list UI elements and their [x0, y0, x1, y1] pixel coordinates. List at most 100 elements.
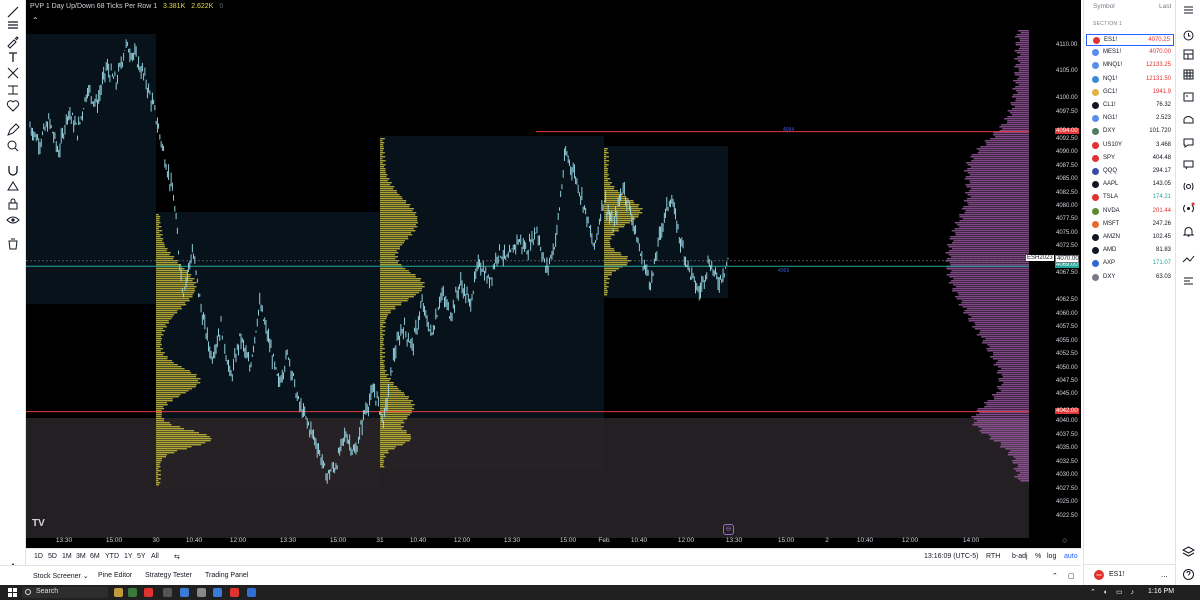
- watchlist-row[interactable]: QQQ 294.17: [1086, 166, 1174, 178]
- percent-toggle[interactable]: %: [1035, 553, 1041, 560]
- watchlist-row[interactable]: ES1! 4070.25: [1086, 34, 1174, 46]
- timezone-label[interactable]: 13:16:09 (UTC-5): [924, 553, 978, 560]
- collapse-panel-icon[interactable]: ⌃: [1052, 572, 1058, 580]
- text-icon[interactable]: [5, 49, 21, 65]
- lock-drawing-icon[interactable]: [5, 178, 21, 194]
- watchlist-row[interactable]: MES1! 4070.00: [1086, 47, 1174, 59]
- tab-strategy-tester[interactable]: Strategy Tester: [145, 572, 192, 579]
- data-window-icon[interactable]: [1182, 48, 1195, 61]
- help-icon[interactable]: [1182, 568, 1195, 581]
- composite-profile-bar: [979, 412, 1029, 414]
- pencil-icon[interactable]: [5, 122, 21, 138]
- zoom-icon[interactable]: [5, 138, 21, 154]
- watchlist-section-title[interactable]: SECTION 1: [1093, 21, 1122, 27]
- timeframe-1m[interactable]: 1M: [62, 553, 72, 560]
- date-range-icon[interactable]: ⇆: [174, 553, 180, 561]
- chart-pane[interactable]: PVP 1 Day Up/Down 68 Ticks Per Row 1 3.3…: [26, 0, 1081, 548]
- price-chart-canvas[interactable]: [26, 0, 1081, 548]
- heart-icon[interactable]: [5, 98, 21, 114]
- taskbar-app-2-icon[interactable]: [128, 588, 137, 597]
- watchlist-row[interactable]: AMZN 102.45: [1086, 232, 1174, 244]
- watchlist-row[interactable]: AXP 171.07: [1086, 258, 1174, 270]
- timeframe-1d[interactable]: 1D: [34, 553, 43, 560]
- col-last-header[interactable]: Last: [1159, 3, 1171, 10]
- watchlist-row[interactable]: NQ1! 12131.50: [1086, 74, 1174, 86]
- streams-icon[interactable]: [1182, 158, 1195, 171]
- eye-icon[interactable]: [5, 212, 21, 228]
- trash-icon[interactable]: [5, 236, 21, 252]
- tab-stock-screener[interactable]: Stock Screener ⌄: [33, 572, 89, 580]
- lock-icon[interactable]: [5, 196, 21, 212]
- watchlist-row[interactable]: MSFT 247.26: [1086, 219, 1174, 231]
- session-label[interactable]: RTH: [986, 553, 1000, 560]
- timeframe-5y[interactable]: 5Y: [137, 553, 146, 560]
- taskbar-app-8-icon[interactable]: [230, 588, 239, 597]
- col-symbol-header[interactable]: Symbol: [1093, 3, 1115, 10]
- watchlist-row[interactable]: TSLA 174.21: [1086, 192, 1174, 204]
- watchlist-icon[interactable]: [1182, 4, 1195, 17]
- more-options-icon[interactable]: ...: [1161, 570, 1168, 579]
- tab-trading-panel[interactable]: Trading Panel: [205, 572, 248, 579]
- taskbar-app-5-icon[interactable]: [180, 588, 189, 597]
- tab-pine-editor[interactable]: Pine Editor: [98, 572, 132, 579]
- taskbar-app-4-icon[interactable]: [163, 588, 172, 597]
- adjust-toggle[interactable]: b-adj: [1012, 553, 1028, 560]
- taskbar-app-6-icon[interactable]: [197, 588, 206, 597]
- composite-profile-bar: [965, 210, 1029, 212]
- watchlist-row[interactable]: AMD 81.83: [1086, 245, 1174, 257]
- windows-start-icon[interactable]: [8, 588, 17, 597]
- indicator-legend[interactable]: PVP 1 Day Up/Down 68 Ticks Per Row 1 3.3…: [30, 3, 223, 10]
- brush-icon[interactable]: [5, 33, 21, 49]
- taskbar-clock[interactable]: 1:16 PM: [1148, 588, 1174, 595]
- level-price-tag[interactable]: 4042.00: [1055, 407, 1079, 414]
- pattern-icon[interactable]: [5, 65, 21, 81]
- watchlist-row[interactable]: CL1! 76.32: [1086, 100, 1174, 112]
- trend-up-icon[interactable]: [1182, 252, 1195, 265]
- auto-toggle[interactable]: auto: [1064, 553, 1078, 560]
- system-tray-icons[interactable]: ⌃ ◐ ▭ ♪: [1090, 588, 1137, 596]
- chart-settings-icon[interactable]: ○: [1062, 535, 1067, 545]
- watchlist-row[interactable]: DXY 101.720: [1086, 126, 1174, 138]
- timeframe-ytd[interactable]: YTD: [105, 553, 119, 560]
- timeframe-all[interactable]: All: [151, 553, 159, 560]
- maximize-panel-icon[interactable]: ▢: [1068, 572, 1075, 580]
- taskbar-app-3-icon[interactable]: [144, 588, 153, 597]
- calendar-icon[interactable]: [1182, 90, 1195, 103]
- taskbar-app-7-icon[interactable]: [213, 588, 222, 597]
- horizontal-lines-icon[interactable]: [5, 17, 21, 33]
- timeframe-1y[interactable]: 1Y: [124, 553, 133, 560]
- layers-icon[interactable]: [1182, 545, 1195, 558]
- level-price-tag[interactable]: 4094.00: [1055, 127, 1079, 134]
- taskbar-app-9-icon[interactable]: [247, 588, 256, 597]
- timeframe-3m[interactable]: 3M: [76, 553, 86, 560]
- current-price-tag[interactable]: 4070.00: [1055, 255, 1079, 264]
- dom-icon[interactable]: [1182, 275, 1195, 288]
- alerts-clock-icon[interactable]: [1182, 29, 1195, 42]
- watchlist-row[interactable]: GC1! 1941.9: [1086, 87, 1174, 99]
- dividend-event-marker[interactable]: ⊖: [723, 524, 734, 535]
- watchlist-row[interactable]: NVDA 201.44: [1086, 206, 1174, 218]
- magnet-icon[interactable]: [5, 162, 21, 178]
- watchlist-row[interactable]: DXY 63.03: [1086, 272, 1174, 284]
- log-toggle[interactable]: log: [1047, 553, 1056, 560]
- measure-icon[interactable]: [5, 82, 21, 98]
- chat-icon[interactable]: [1182, 136, 1195, 149]
- watchlist-row[interactable]: NG1! 2.523: [1086, 113, 1174, 125]
- taskbar-app-1-icon[interactable]: [114, 588, 123, 597]
- watchlist-row[interactable]: AAPL 143.05: [1086, 179, 1174, 191]
- taskbar-search-box[interactable]: Search: [22, 587, 108, 598]
- symbol-price-tag[interactable]: ESH2023: [1026, 255, 1054, 262]
- ideas-icon[interactable]: [1182, 113, 1195, 126]
- timeframe-5d[interactable]: 5D: [48, 553, 57, 560]
- composite-profile-bar: [1013, 456, 1029, 458]
- hotlist-icon[interactable]: [1182, 68, 1195, 81]
- collapse-legend-icon[interactable]: ⌃: [32, 16, 39, 25]
- live-broadcast-icon[interactable]: [1182, 180, 1195, 193]
- watchlist-row[interactable]: SPY 404.48: [1086, 153, 1174, 165]
- symbol-details-bar[interactable]: 500 ES1! ...: [1084, 564, 1176, 585]
- watchlist-row[interactable]: MNQ1! 12133.25: [1086, 60, 1174, 72]
- signal-icon[interactable]: [1182, 202, 1195, 215]
- notifications-bell-icon[interactable]: [1182, 225, 1195, 238]
- timeframe-6m[interactable]: 6M: [90, 553, 100, 560]
- watchlist-row[interactable]: US10Y 3.468: [1086, 140, 1174, 152]
